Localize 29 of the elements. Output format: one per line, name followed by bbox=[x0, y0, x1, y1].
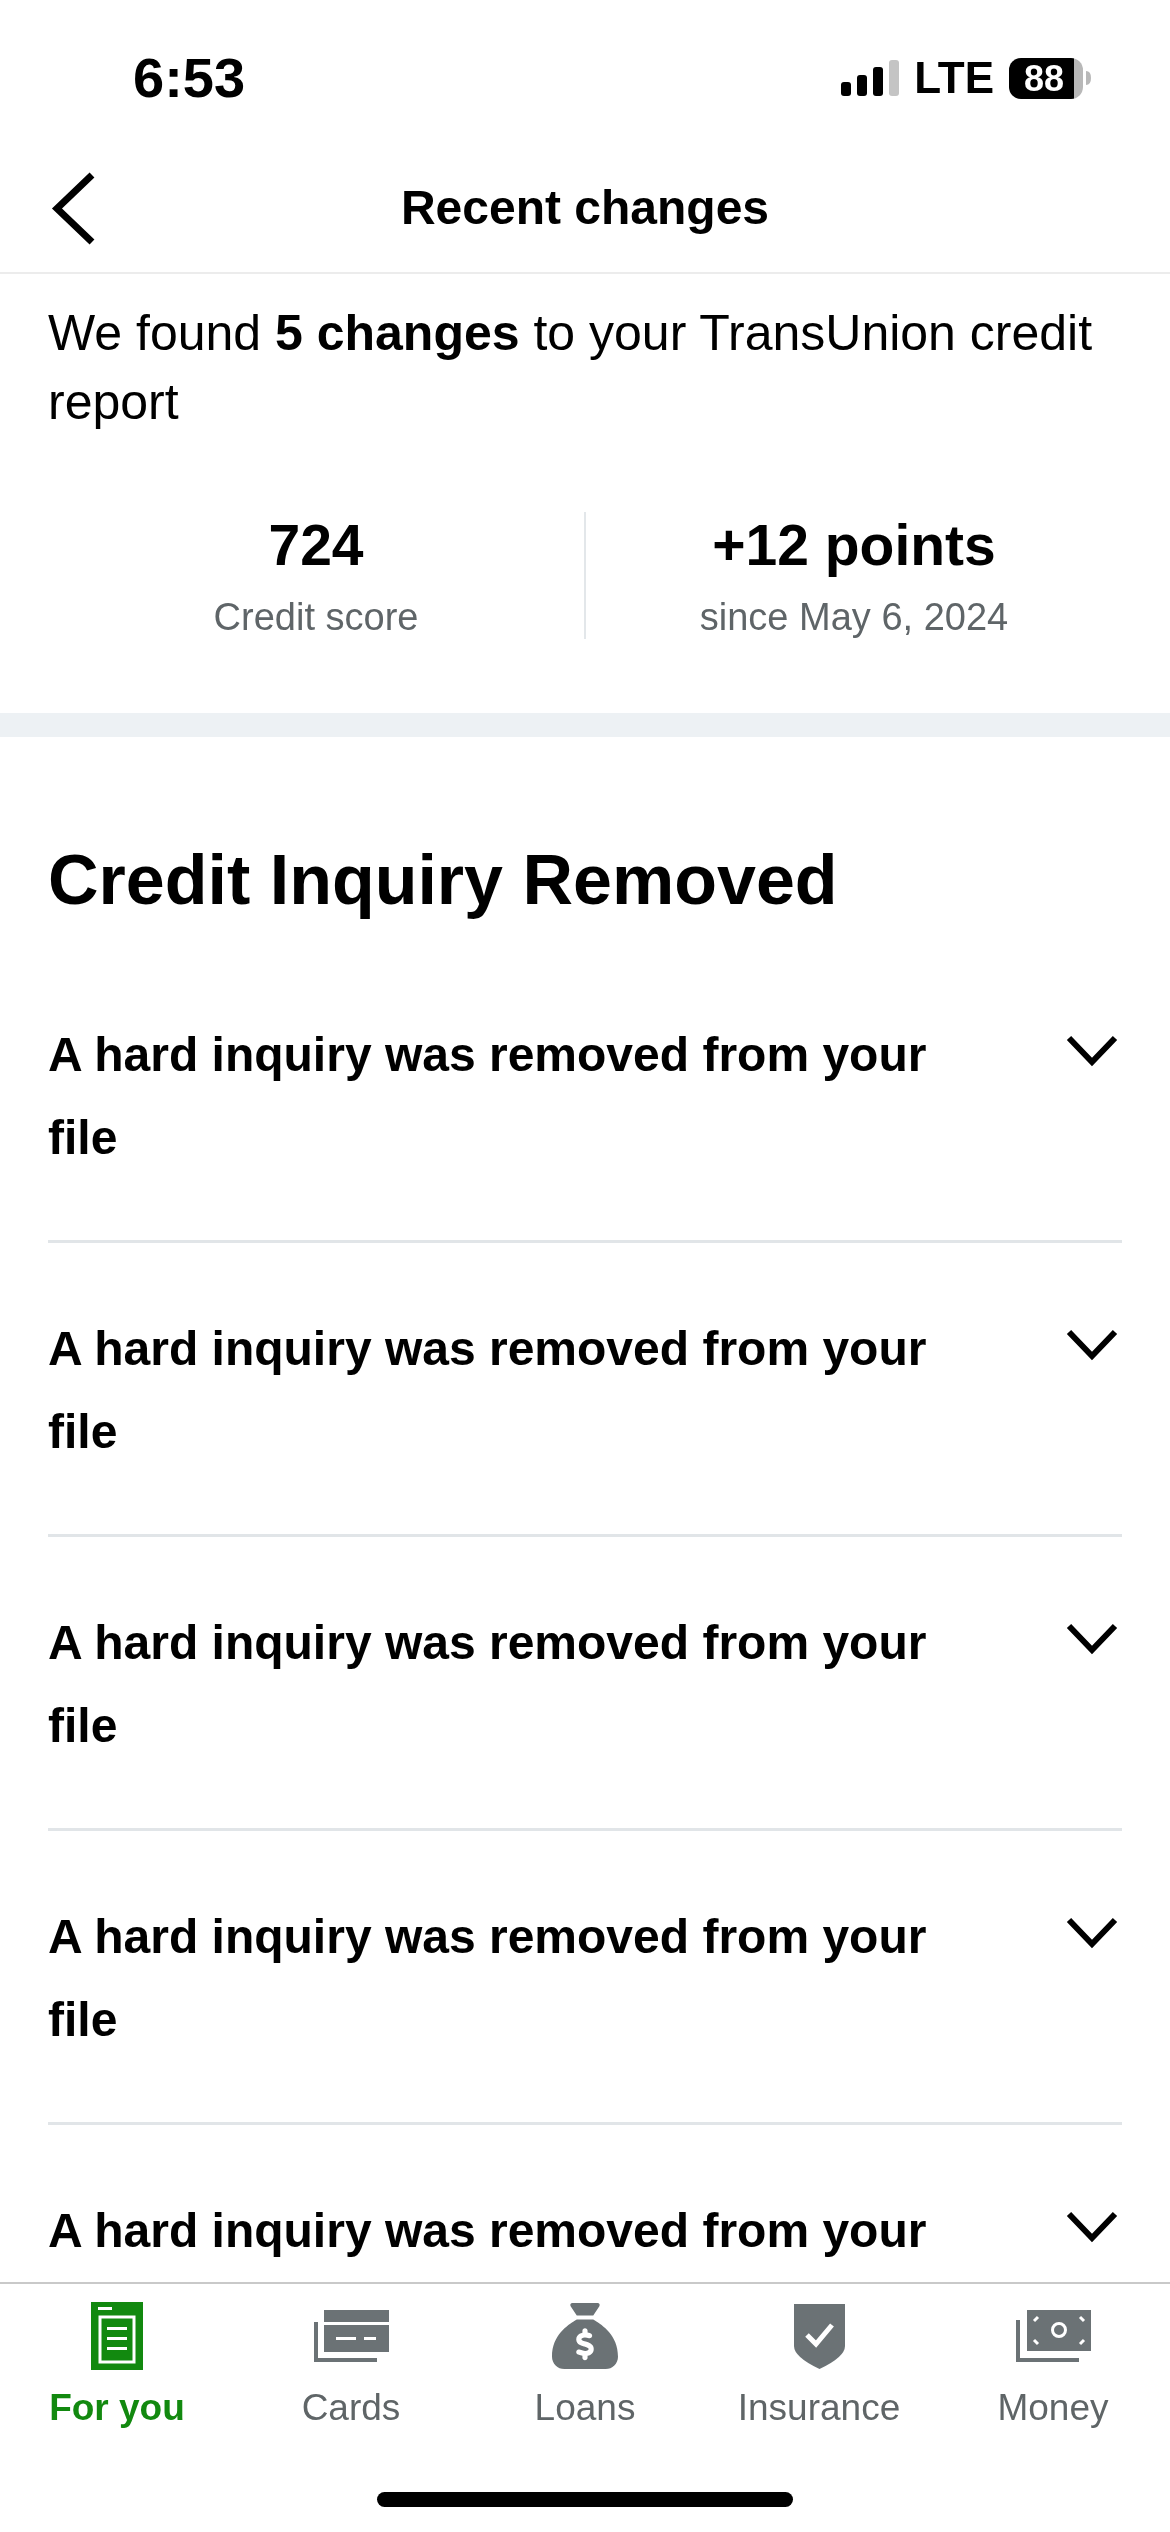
inquiry-row[interactable]: A hard inquiry was removed from your file bbox=[48, 949, 1122, 1243]
cash-icon bbox=[1015, 2310, 1091, 2362]
battery-indicator: 88 bbox=[1009, 57, 1083, 99]
status-time: 6:53 bbox=[133, 46, 246, 110]
money-bag-icon bbox=[552, 2303, 618, 2369]
credit-cards-icon bbox=[313, 2310, 389, 2362]
network-label: LTE bbox=[914, 53, 994, 103]
tab-bar-item[interactable]: Cards bbox=[234, 2300, 468, 2430]
tab-bar-item[interactable]: For you bbox=[0, 2300, 234, 2430]
tab-bar-item[interactable]: Loans bbox=[468, 2300, 702, 2430]
document-icon bbox=[91, 2302, 143, 2370]
back-button[interactable] bbox=[51, 171, 96, 245]
back-icon bbox=[51, 171, 96, 245]
section-heading: Credit Inquiry Removed bbox=[48, 840, 839, 920]
inquiry-row[interactable]: A hard inquiry was removed from your file bbox=[48, 1243, 1122, 1537]
inquiry-row[interactable]: A hard inquiry was removed from your bbox=[48, 2125, 1122, 2272]
battery-tip-icon bbox=[1086, 71, 1091, 85]
signal-icon bbox=[841, 60, 900, 96]
summary-text: We found 5 changes to your TransUnion credit report bbox=[48, 304, 1094, 432]
tab-bar-item[interactable]: Money bbox=[936, 2300, 1170, 2430]
tab-bar-item[interactable]: Insurance bbox=[702, 2300, 936, 2430]
inquiry-row[interactable]: A hard inquiry was removed from your file bbox=[48, 1537, 1122, 1831]
stat-label: since May 6, 2024 bbox=[699, 595, 1009, 639]
stat-value: 724 bbox=[268, 512, 364, 578]
stat-value: +12 points bbox=[712, 512, 996, 578]
page-title: Recent changes bbox=[400, 180, 770, 236]
stat-label: Credit score bbox=[213, 595, 419, 639]
inquiry-row[interactable]: A hard inquiry was removed from your file bbox=[48, 1831, 1122, 2125]
shield-check-icon bbox=[793, 2303, 845, 2369]
